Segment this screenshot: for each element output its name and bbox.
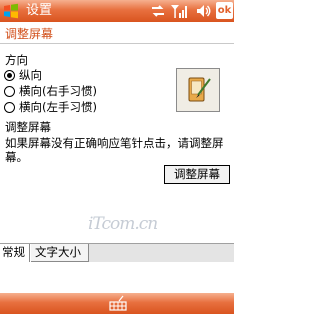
window-title: 设置 [26, 3, 53, 18]
ok-button[interactable]: ok [216, 2, 233, 19]
keyboard-icon[interactable] [109, 295, 127, 311]
align-screen-button[interactable]: 调整屏幕 [164, 165, 230, 184]
windows-start-icon[interactable] [3, 3, 19, 19]
tab-strip-background [89, 244, 234, 262]
radio-landscape-left-label[interactable]: 横向(左手习惯) [19, 100, 97, 114]
tab-general[interactable]: 常规 [0, 244, 30, 262]
align-screen-label: 调整屏幕 [5, 120, 51, 134]
radio-portrait[interactable] [4, 70, 15, 81]
volume-icon[interactable] [196, 3, 212, 19]
tab-text-size[interactable]: 文字大小 [31, 244, 89, 262]
align-screen-description: 如果屏幕没有正确响应笔针点击，请调整屏幕。 [5, 136, 224, 164]
orientation-label: 方向 [5, 53, 28, 67]
radio-landscape-right[interactable] [4, 86, 15, 97]
radio-portrait-label[interactable]: 纵向 [19, 68, 42, 82]
title-divider [0, 43, 234, 44]
title-bar: 设置 ok [0, 0, 234, 22]
orientation-preview [176, 68, 220, 112]
page-title: 调整屏幕 [5, 27, 54, 41]
watermark-logo: iTcom.cn [88, 214, 158, 234]
device-stylus-icon [188, 77, 211, 102]
radio-landscape-right-label[interactable]: 横向(右手习惯) [19, 84, 97, 98]
connectivity-icon[interactable] [150, 3, 166, 19]
signal-strength-icon[interactable] [170, 3, 188, 19]
radio-landscape-left[interactable] [4, 102, 15, 113]
